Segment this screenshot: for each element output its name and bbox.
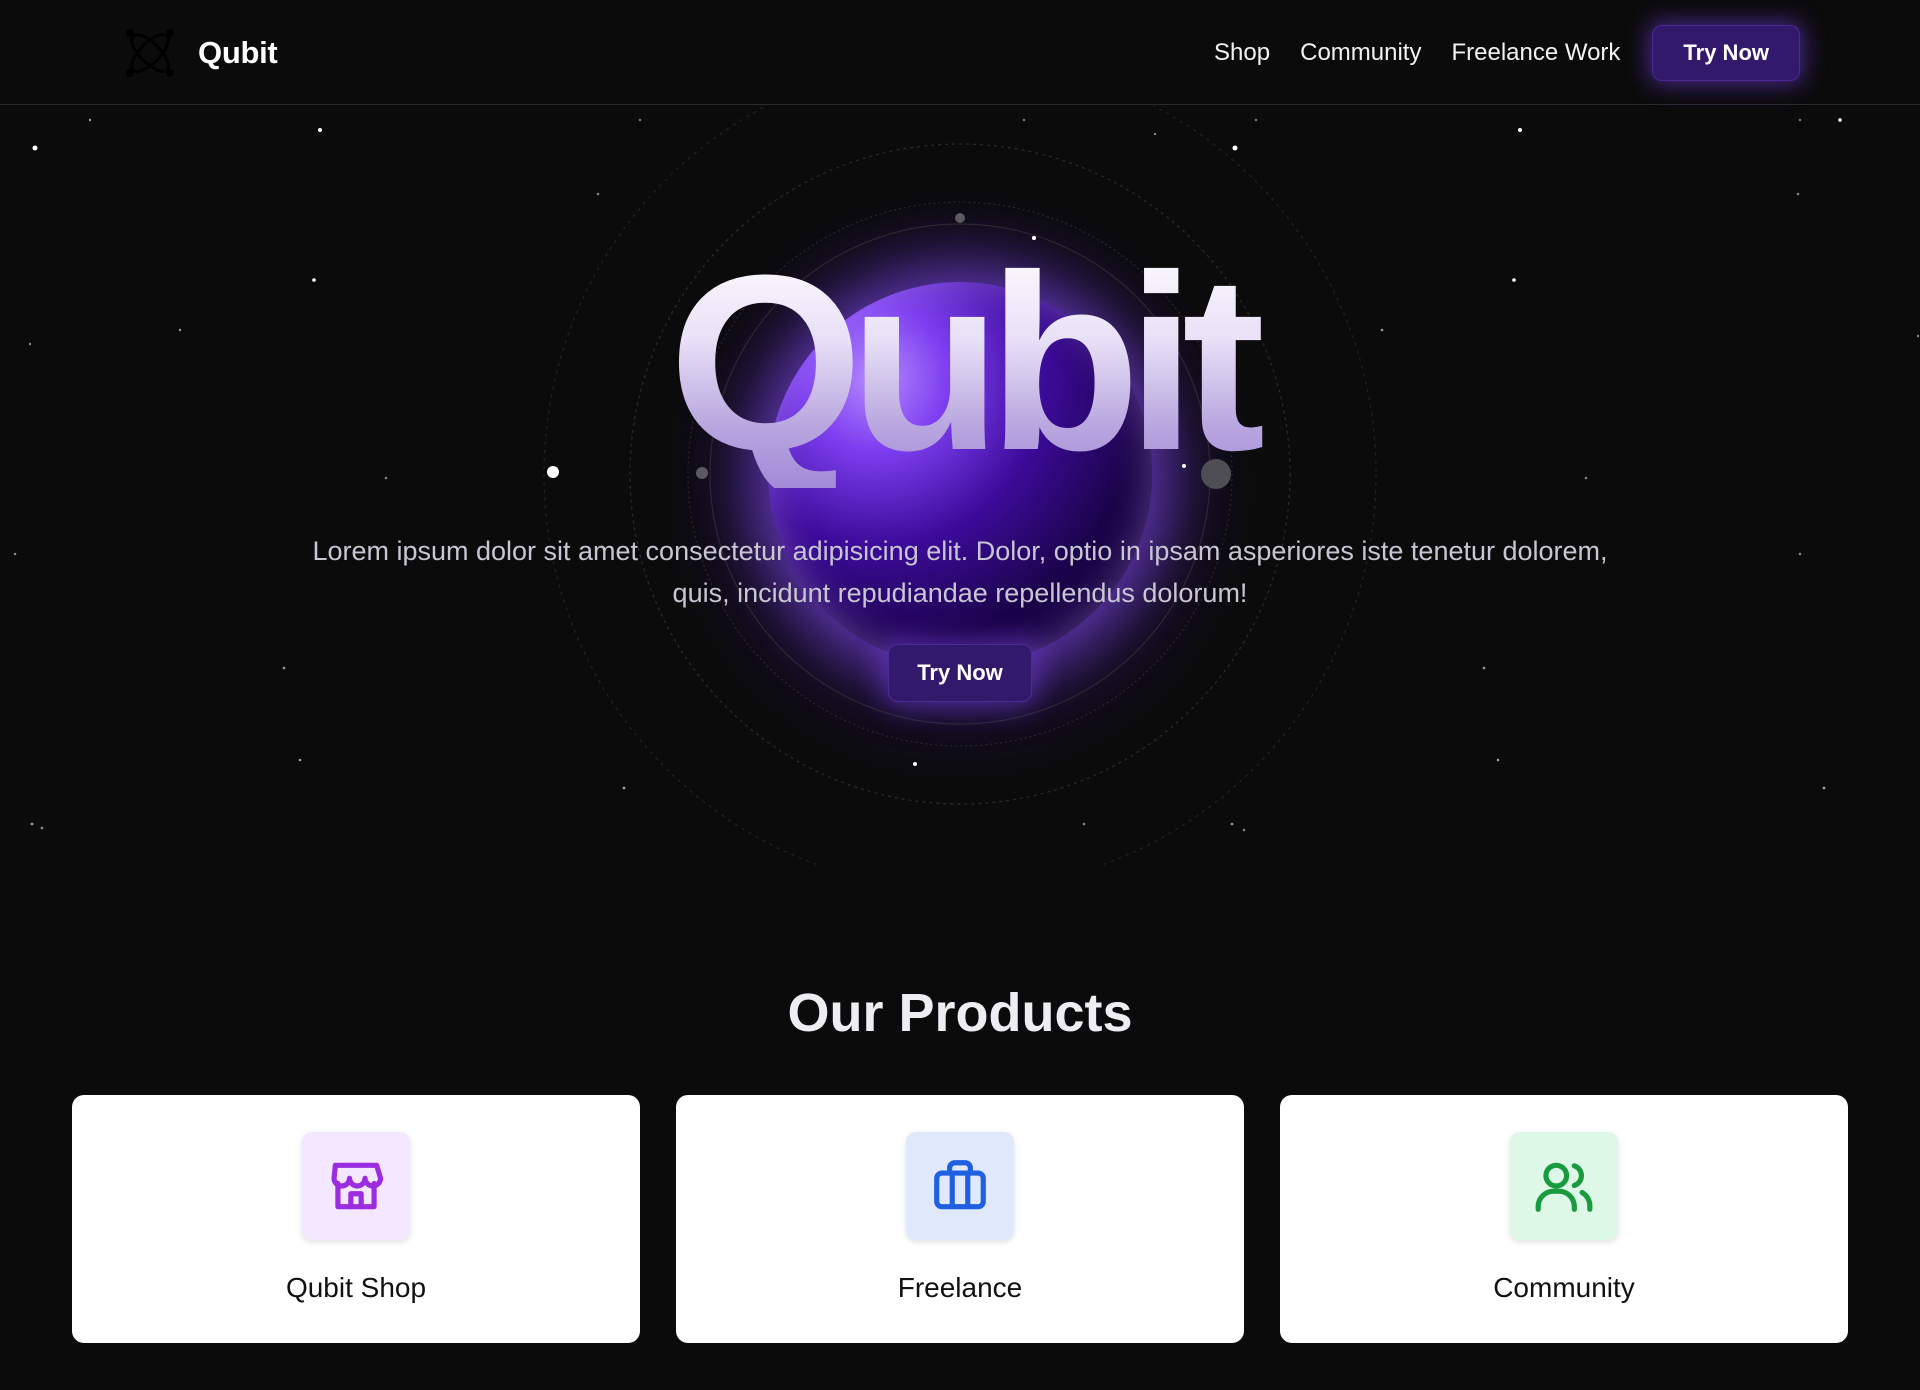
hero-try-now-button[interactable]: Try Now (888, 644, 1032, 702)
nav-community[interactable]: Community (1300, 39, 1421, 67)
products-title: Our Products (787, 983, 1133, 1043)
site-header: Qubit Shop Community Freelance Work Try … (0, 0, 1920, 105)
briefcase-icon (934, 1160, 986, 1210)
product-label-community: Community (1493, 1272, 1635, 1303)
store-icon-tile (302, 1132, 410, 1240)
users-icon (1535, 1162, 1593, 1212)
product-card-freelance[interactable]: Freelance (676, 1095, 1244, 1343)
hero-title: Qubit (0, 238, 1920, 488)
product-label-shop: Qubit Shop (285, 1272, 427, 1303)
store-icon (331, 1162, 384, 1210)
product-cards: Qubit Shop Freelance Community (72, 1095, 1848, 1343)
header-try-now-button[interactable]: Try Now (1652, 25, 1800, 81)
nav-freelance-work[interactable]: Freelance Work (1451, 39, 1620, 67)
main-nav: Shop Community Freelance Work Try Now (1214, 24, 1800, 82)
users-icon-tile (1510, 1132, 1618, 1240)
briefcase-icon-tile (906, 1132, 1014, 1240)
product-label-freelance: Freelance (897, 1272, 1023, 1303)
product-card-community[interactable]: Community (1280, 1095, 1848, 1343)
hero-description: Lorem ipsum dolor sit amet consectetur a… (312, 536, 1608, 608)
atom-icon (126, 29, 174, 77)
product-card-shop[interactable]: Qubit Shop (72, 1095, 640, 1343)
nav-shop[interactable]: Shop (1214, 39, 1270, 67)
brand-name: Qubit (198, 35, 278, 70)
brand[interactable]: Qubit (122, 24, 278, 82)
hero-section: Qubit Lorem ipsum dolor sit amet consect… (0, 106, 1920, 866)
